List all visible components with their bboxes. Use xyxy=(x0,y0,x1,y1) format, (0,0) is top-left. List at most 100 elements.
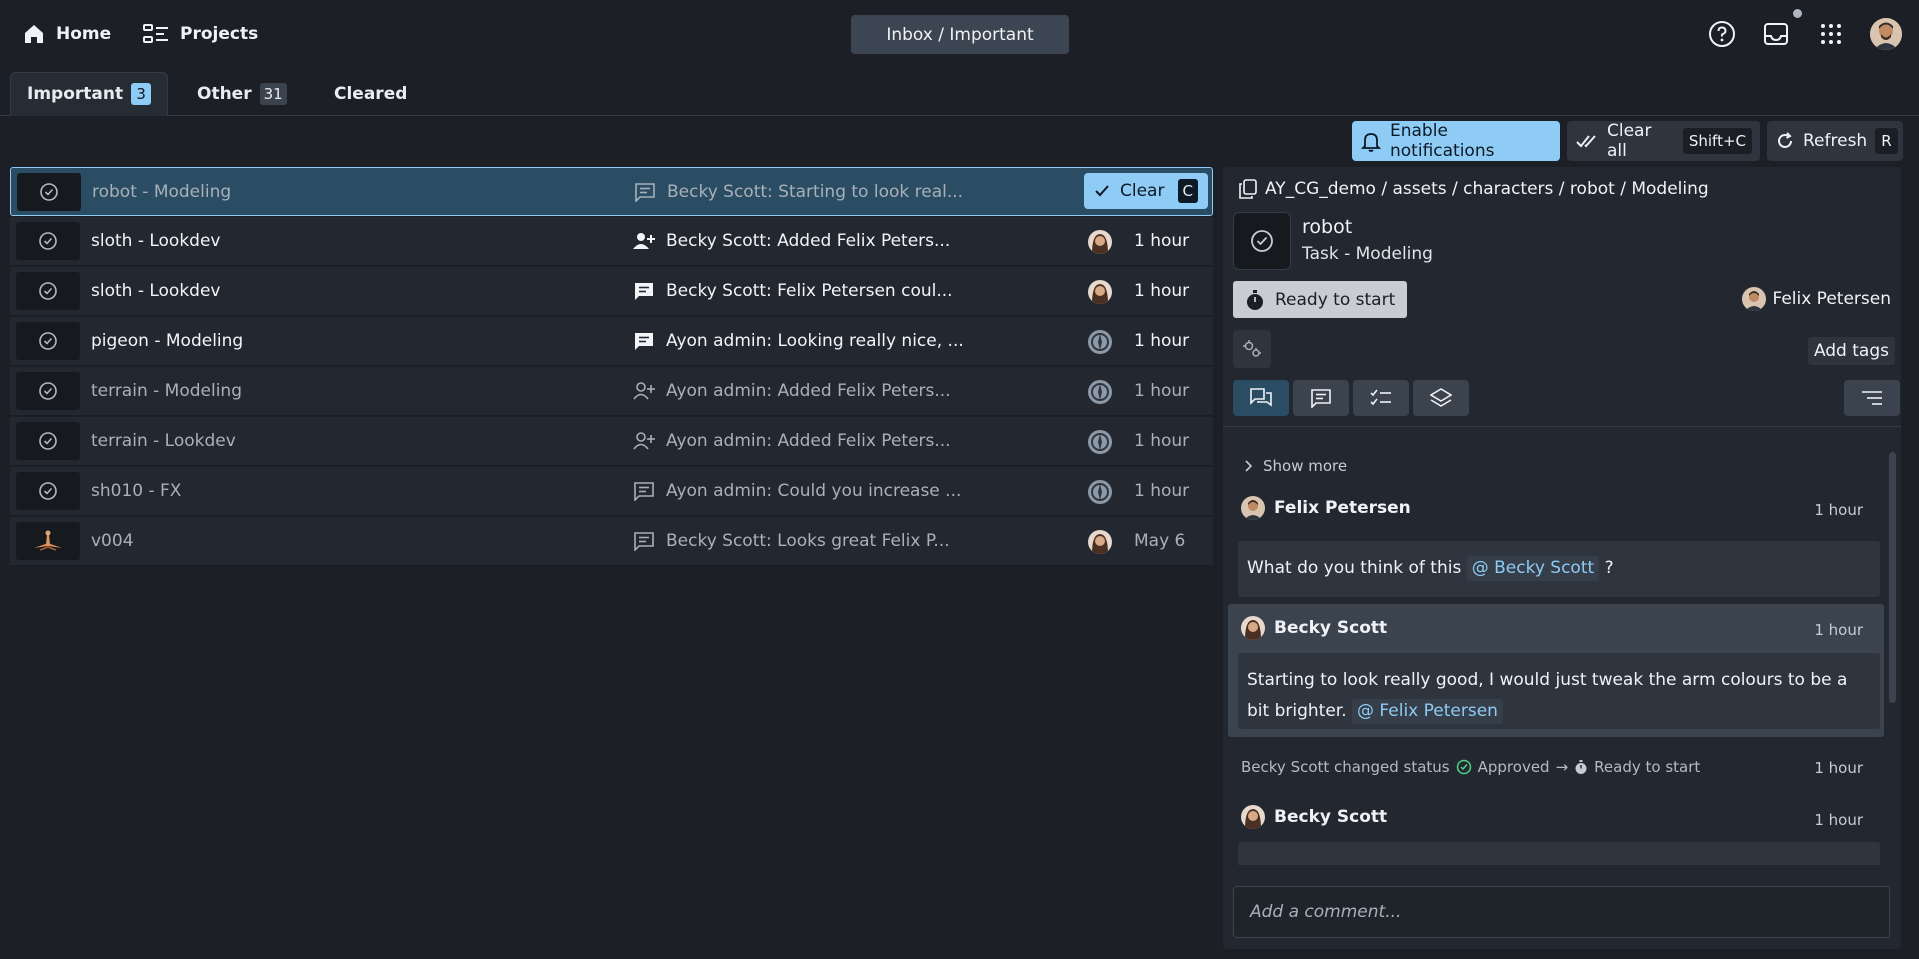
help-icon[interactable] xyxy=(1706,18,1738,50)
show-more-button[interactable]: Show more xyxy=(1245,457,1347,475)
row-title: sloth - Lookdev xyxy=(91,281,221,301)
comment-icon xyxy=(1310,388,1332,408)
message-row[interactable]: terrain - Lookdev Ayon admin: Added Feli… xyxy=(10,417,1213,466)
feed-scrollbar[interactable] xyxy=(1889,452,1896,703)
clear-label: Clear xyxy=(1120,181,1165,201)
row-title: robot - Modeling xyxy=(92,182,232,202)
comment-header: Becky Scott xyxy=(1241,805,1387,829)
message-row[interactable]: sh010 - FX Ayon admin: Could you increas… xyxy=(10,467,1213,516)
user-add-icon xyxy=(633,381,655,401)
admin-avatar xyxy=(1088,330,1112,354)
row-message: Becky Scott: Felix Petersen coul... xyxy=(666,281,953,301)
row-message: Ayon admin: Added Felix Peters... xyxy=(666,431,951,451)
message-row[interactable]: sloth - Lookdev Becky Scott: Added Felix… xyxy=(10,217,1213,266)
row-message: Becky Scott: Looks great Felix P... xyxy=(666,531,950,551)
mention-tag[interactable]: @ Felix Petersen xyxy=(1352,699,1503,724)
enable-notifications-button[interactable]: Enable notifications xyxy=(1352,121,1560,161)
clear-all-button[interactable]: Clear all Shift+C xyxy=(1567,121,1760,161)
refresh-button[interactable]: Refresh R xyxy=(1767,121,1903,161)
status-change-actor: Becky Scott changed status xyxy=(1241,758,1450,776)
inbox-icon[interactable] xyxy=(1760,18,1792,50)
activity-feed: Show more Felix Petersen 1 hour What do … xyxy=(1223,437,1901,865)
version-thumbnail xyxy=(16,522,80,560)
message-row[interactable]: v004 Becky Scott: Looks great Felix P...… xyxy=(10,517,1213,566)
check-icon xyxy=(1094,184,1110,198)
assignee[interactable]: Felix Petersen xyxy=(1742,287,1891,311)
attributes-button[interactable] xyxy=(1233,330,1271,368)
arrow-right-icon: → xyxy=(1555,758,1569,776)
filter-menu-button[interactable] xyxy=(1844,380,1900,416)
status-label: Ready to start xyxy=(1275,289,1396,310)
projects-link[interactable]: Projects xyxy=(142,16,258,52)
tab-checklists[interactable] xyxy=(1353,380,1409,416)
becky-avatar xyxy=(1241,616,1265,640)
becky-avatar xyxy=(1241,805,1265,829)
task-check-icon xyxy=(39,332,57,350)
tab-cleared-label: Cleared xyxy=(334,84,408,104)
show-more-label: Show more xyxy=(1263,457,1348,475)
apps-grid-icon[interactable] xyxy=(1815,18,1847,50)
comment-body xyxy=(1238,842,1880,865)
message-row[interactable]: pigeon - Modeling Ayon admin: Looking re… xyxy=(10,317,1213,366)
stopwatch-icon xyxy=(1574,759,1588,775)
row-title: sh010 - FX xyxy=(91,481,182,501)
clear-button[interactable]: Clear C xyxy=(1084,173,1208,209)
copy-icon[interactable] xyxy=(1239,179,1257,199)
becky-avatar xyxy=(1088,280,1112,304)
row-title: sloth - Lookdev xyxy=(91,231,221,251)
message-row[interactable]: robot - Modeling Becky Scott: Starting t… xyxy=(10,167,1213,216)
tab-cleared[interactable]: Cleared xyxy=(318,72,423,116)
tab-other-label: Other xyxy=(197,84,252,104)
tab-versions[interactable] xyxy=(1413,380,1469,416)
task-check-icon xyxy=(40,183,58,201)
row-message: Ayon admin: Could you increase ... xyxy=(666,481,962,501)
admin-avatar xyxy=(1088,380,1112,404)
filter-lines-icon xyxy=(1861,390,1883,406)
task-check-icon xyxy=(39,482,57,500)
message-row[interactable]: sloth - Lookdev Becky Scott: Felix Peter… xyxy=(10,267,1213,316)
tab-important[interactable]: Important 3 xyxy=(10,72,169,116)
clear-shortcut: C xyxy=(1177,179,1198,203)
comment-input[interactable]: Add a comment... xyxy=(1233,886,1890,938)
chevron-right-icon xyxy=(1245,460,1253,472)
message-row[interactable]: terrain - Modeling Ayon admin: Added Fel… xyxy=(10,367,1213,416)
row-message: Ayon admin: Added Felix Peters... xyxy=(666,381,951,401)
projects-label: Projects xyxy=(180,24,259,44)
inbox-tabs: Important 3 Other 31 Cleared xyxy=(0,68,1919,116)
comment-icon xyxy=(633,331,655,351)
row-title: terrain - Modeling xyxy=(91,381,242,401)
user-avatar[interactable] xyxy=(1870,18,1902,50)
row-message: Becky Scott: Starting to look real... xyxy=(667,182,964,202)
mention-tag[interactable]: @ Becky Scott xyxy=(1466,556,1600,581)
task-thumbnail xyxy=(16,322,80,360)
row-message: Becky Scott: Added Felix Peters... xyxy=(666,231,951,251)
double-check-icon xyxy=(1575,131,1599,151)
status-to: Ready to start xyxy=(1594,758,1701,776)
admin-avatar xyxy=(1088,430,1112,454)
comment-body: What do you think of this @ Becky Scott … xyxy=(1238,541,1880,597)
task-check-icon xyxy=(39,432,57,450)
breadcrumb-path: AY_CG_demo / assets / characters / robot… xyxy=(1265,179,1709,199)
task-thumbnail xyxy=(16,472,80,510)
add-tags-button[interactable]: Add tags xyxy=(1807,337,1895,365)
tab-activity[interactable] xyxy=(1233,380,1289,416)
status-change-time: 1 hour xyxy=(1814,759,1863,777)
comments-icon xyxy=(1250,388,1272,408)
tab-comments[interactable] xyxy=(1293,380,1349,416)
comment-author: Felix Petersen xyxy=(1274,498,1411,518)
home-label: Home xyxy=(56,24,112,44)
comment-author: Becky Scott xyxy=(1274,807,1388,827)
comment-time: 1 hour xyxy=(1814,501,1863,519)
row-title: v004 xyxy=(91,531,134,551)
tab-other-count: 31 xyxy=(259,83,287,105)
clear-all-shortcut: Shift+C xyxy=(1682,128,1752,154)
status-dropdown[interactable]: Ready to start xyxy=(1233,281,1408,318)
row-time: 1 hour xyxy=(1134,331,1190,351)
comment-body: Starting to look really good, I would ju… xyxy=(1238,653,1880,729)
bell-icon xyxy=(1360,130,1382,152)
entity-thumbnail xyxy=(1233,212,1291,270)
home-link[interactable]: Home xyxy=(22,16,111,52)
top-navigation: Home Projects Inbox / Important xyxy=(0,0,1919,68)
tab-other[interactable]: Other 31 xyxy=(181,72,303,116)
breadcrumb[interactable]: AY_CG_demo / assets / characters / robot… xyxy=(1239,177,1709,201)
